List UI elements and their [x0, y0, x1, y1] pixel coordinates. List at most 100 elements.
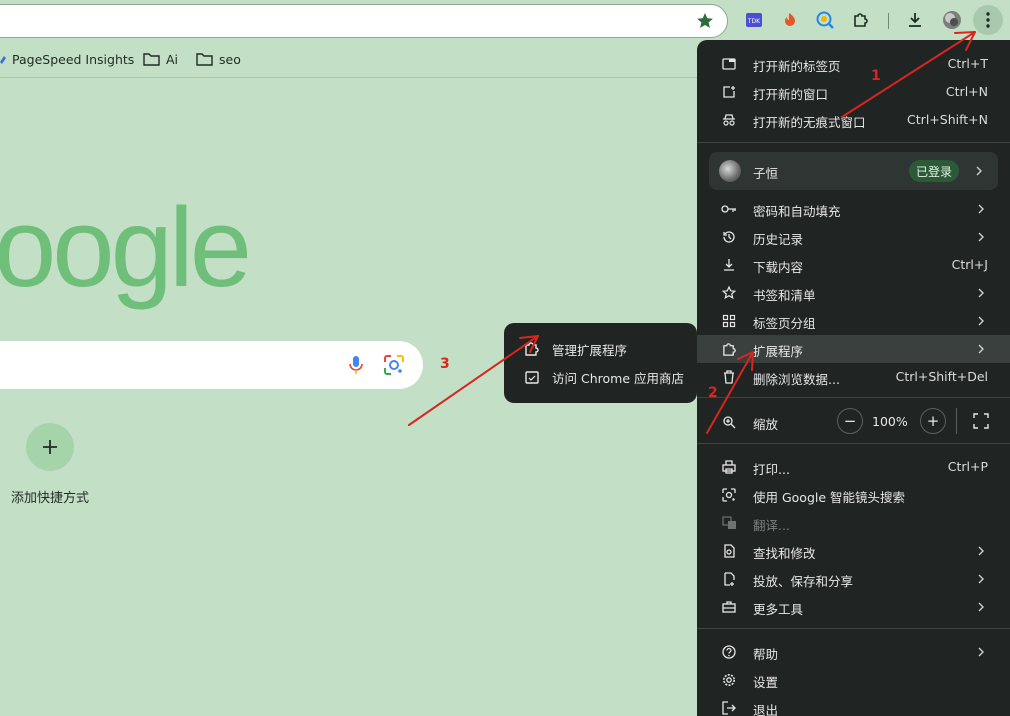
- print-shortcut: Ctrl+P: [947, 459, 988, 474]
- history-label: 历史记录: [753, 232, 804, 247]
- menu-item-history[interactable]: 历史记录: [697, 223, 1010, 251]
- zoom-label: 缩放: [753, 417, 779, 432]
- menu-divider: [697, 142, 1010, 143]
- settings-label: 设置: [753, 675, 779, 690]
- zoom-in-button[interactable]: +: [920, 408, 946, 434]
- exit-icon: [721, 700, 737, 716]
- menu-item-settings[interactable]: 设置: [697, 666, 1010, 694]
- new-tab-icon: [721, 56, 737, 72]
- menu-divider: [697, 443, 1010, 444]
- google-lens-icon[interactable]: [383, 354, 405, 376]
- profile-avatar-icon[interactable]: [940, 8, 964, 32]
- bookmark-star-icon[interactable]: [695, 11, 715, 31]
- cast-save-share-label: 投放、保存和分享: [753, 574, 854, 589]
- download-icon[interactable]: [903, 8, 927, 32]
- menu-item-exit[interactable]: 退出: [697, 694, 1010, 716]
- chevron-right-icon: [976, 166, 982, 176]
- avatar: [719, 160, 741, 182]
- clear-data-label: 删除浏览数据...: [753, 372, 840, 387]
- menu-item-bookmarks[interactable]: 书签和清单: [697, 279, 1010, 307]
- history-icon: [721, 229, 737, 245]
- add-shortcut-button[interactable]: [26, 423, 74, 471]
- zoom-level: 100%: [872, 414, 908, 429]
- add-shortcut-label: 添加快捷方式: [10, 491, 89, 506]
- puzzle-icon[interactable]: [849, 8, 873, 32]
- menu-item-downloads[interactable]: 下载内容 Ctrl+J: [697, 251, 1010, 279]
- menu-item-cast-save-share[interactable]: 投放、保存和分享: [697, 565, 1010, 593]
- search-box[interactable]: [0, 341, 423, 389]
- downloads-label: 下载内容: [753, 260, 804, 275]
- new-window-label: 打开新的窗口: [753, 87, 829, 102]
- web-store-icon: [525, 371, 539, 384]
- microphone-icon[interactable]: [348, 355, 364, 375]
- menu-item-incognito[interactable]: 打开新的无痕式窗口 Ctrl+Shift+N: [697, 106, 1010, 134]
- tdk-icon[interactable]: TDK: [742, 8, 766, 32]
- menu-item-clear-data[interactable]: 删除浏览数据... Ctrl+Shift+Del: [697, 363, 1010, 391]
- key-icon: [721, 201, 737, 217]
- menu-item-more-tools[interactable]: 更多工具: [697, 593, 1010, 621]
- printer-icon: [721, 459, 737, 475]
- zoom-separator: [956, 408, 957, 434]
- bookmark-folder-seo[interactable]: seo: [196, 50, 241, 68]
- menu-item-tab-groups[interactable]: 标签页分组: [697, 307, 1010, 335]
- menu-item-new-window[interactable]: 打开新的窗口 Ctrl+N: [697, 78, 1010, 106]
- print-label: 打印...: [753, 462, 790, 477]
- chevron-right-icon: [978, 602, 984, 612]
- manage-extensions-item[interactable]: 管理扩展程序: [504, 335, 697, 363]
- exit-label: 退出: [753, 703, 779, 716]
- plus-icon: [43, 440, 57, 454]
- menu-item-passwords[interactable]: 密码和自动填充: [697, 195, 1010, 223]
- chrome-web-store-item[interactable]: 访问 Chrome 应用商店: [504, 363, 697, 391]
- menu-item-help[interactable]: 帮助: [697, 638, 1010, 666]
- zoom-out-button[interactable]: −: [837, 408, 863, 434]
- profile-name: 子恒: [753, 166, 779, 181]
- star-icon: [721, 285, 737, 301]
- chevron-right-icon: [978, 574, 984, 584]
- menu-item-google-lens[interactable]: 使用 Google 智能镜头搜索: [697, 481, 1010, 509]
- zoom-icon: [721, 414, 737, 430]
- menu-divider: [697, 628, 1010, 629]
- seo-quake-icon[interactable]: [813, 8, 837, 32]
- menu-item-translate: 翻译...: [697, 509, 1010, 537]
- bookmark-label: PageSpeed Insights: [12, 51, 135, 67]
- chrome-main-menu: 打开新的标签页 Ctrl+T 打开新的窗口 Ctrl+N 打开新的无痕式窗口 C…: [697, 40, 1010, 716]
- lens-icon: [721, 487, 737, 503]
- profile-row[interactable]: 子恒 已登录: [709, 152, 998, 190]
- toolbox-icon: [721, 599, 737, 615]
- menu-item-find[interactable]: 查找和修改: [697, 537, 1010, 565]
- menu-item-extensions[interactable]: 扩展程序: [697, 335, 1010, 363]
- chevron-right-icon: [978, 316, 984, 326]
- new-tab-label: 打开新的标签页: [753, 59, 841, 74]
- bookmark-pagespeed[interactable]: PageSpeed Insights: [0, 50, 134, 68]
- address-bar[interactable]: [0, 4, 728, 38]
- menu-divider: [697, 397, 1010, 398]
- annotation-number-3: 3: [440, 356, 450, 372]
- find-page-icon: [721, 543, 737, 559]
- download-icon: [721, 257, 737, 273]
- help-icon: [721, 644, 737, 660]
- passwords-label: 密码和自动填充: [753, 204, 841, 219]
- clear-data-shortcut: Ctrl+Shift+Del: [895, 369, 988, 384]
- translate-label: 翻译...: [753, 518, 790, 533]
- puzzle-icon: [525, 342, 539, 356]
- bookmark-label: seo: [219, 51, 241, 67]
- bookmark-folder-ai[interactable]: Ai: [143, 50, 178, 68]
- find-label: 查找和修改: [753, 546, 816, 561]
- menu-item-new-tab[interactable]: 打开新的标签页 Ctrl+T: [697, 50, 1010, 78]
- gear-icon: [721, 672, 737, 688]
- incognito-shortcut: Ctrl+Shift+N: [907, 112, 988, 127]
- manage-extensions-label: 管理扩展程序: [552, 342, 628, 358]
- extensions-label: 扩展程序: [753, 344, 804, 359]
- extension-flame-icon[interactable]: [778, 8, 802, 32]
- menu-item-print[interactable]: 打印... Ctrl+P: [697, 453, 1010, 481]
- browser-toolbar: TDK: [0, 0, 1010, 40]
- chevron-right-icon: [978, 232, 984, 242]
- incognito-icon: [721, 112, 737, 128]
- chevron-right-icon: [978, 647, 984, 657]
- more-menu-icon[interactable]: [973, 5, 1003, 35]
- fullscreen-icon[interactable]: [973, 413, 989, 429]
- folder-icon: [143, 53, 160, 66]
- svg-text:TDK: TDK: [747, 18, 761, 25]
- more-tools-label: 更多工具: [753, 602, 804, 617]
- annotation-number-1: 1: [871, 68, 881, 84]
